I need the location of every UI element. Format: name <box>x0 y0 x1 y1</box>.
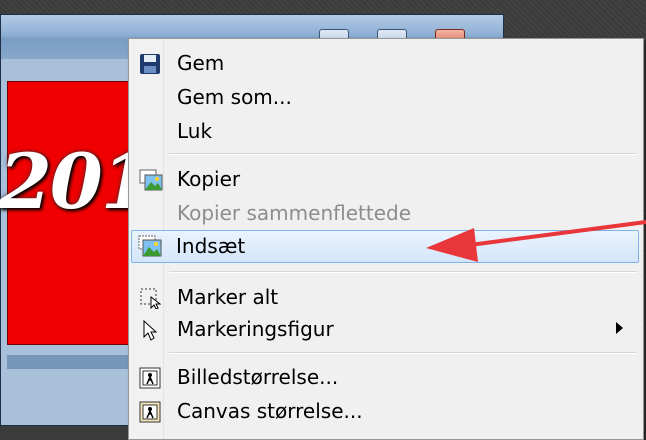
arrow-head <box>426 228 478 262</box>
arrow-shaft <box>469 220 646 247</box>
annotation-arrow <box>426 220 646 262</box>
